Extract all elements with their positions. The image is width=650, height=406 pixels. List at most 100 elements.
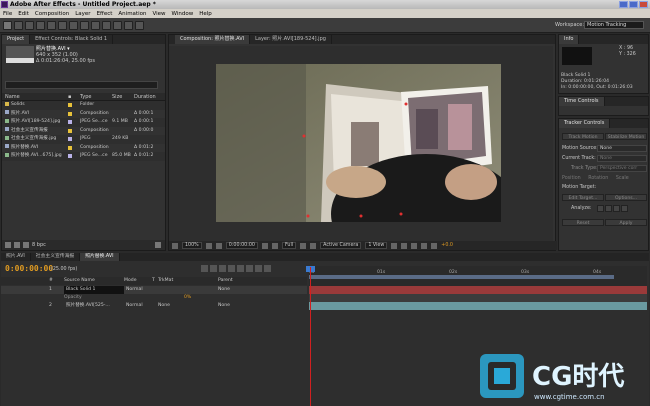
menu-edit[interactable]: Edit — [18, 11, 29, 17]
workspace-dropdown[interactable]: Motion Tracking — [584, 21, 644, 29]
analyze-forward-icon[interactable] — [613, 205, 620, 212]
label-color-swatch[interactable] — [68, 135, 80, 144]
project-item-row[interactable]: 社会主义宣传海报 Composition Δ 0:00:0 — [2, 127, 165, 136]
rotation-checkbox[interactable]: Rotation — [588, 176, 608, 181]
column-size[interactable]: Size — [112, 93, 134, 100]
new-composition-icon[interactable] — [23, 242, 29, 248]
motion-blur-icon[interactable] — [237, 265, 244, 272]
menu-help[interactable]: Help — [199, 11, 212, 17]
color-depth-label[interactable]: 8 bpc — [32, 242, 46, 248]
column-track-matte[interactable]: TrkMat — [158, 277, 218, 285]
timeline-property-row[interactable]: Opacity 0% — [1, 294, 307, 302]
timeline-layer-row[interactable]: 1 Black Solid 1 Normal None — [1, 286, 307, 294]
track-type-dropdown[interactable]: Perspective corr — [597, 165, 647, 172]
analyze-back-frame-icon[interactable] — [597, 205, 604, 212]
brainstorm-icon[interactable] — [246, 265, 253, 272]
menu-file[interactable]: File — [3, 11, 12, 17]
clone-stamp-tool-icon[interactable] — [113, 21, 122, 30]
text-tool-icon[interactable] — [91, 21, 100, 30]
current-time-field[interactable]: 0:00:00:00 — [225, 242, 258, 249]
minimize-button[interactable] — [619, 1, 628, 8]
label-color-swatch[interactable] — [68, 110, 80, 119]
column-duration[interactable]: Duration — [134, 93, 164, 100]
graph-editor-icon[interactable] — [264, 265, 271, 272]
zoom-tool-icon[interactable] — [25, 21, 34, 30]
layer-2-duration-bar[interactable] — [309, 302, 647, 310]
scale-checkbox[interactable]: Scale — [616, 176, 629, 181]
composition-frame-image[interactable] — [216, 64, 501, 222]
draft-3d-icon[interactable] — [210, 265, 217, 272]
puppet-pin-tool-icon[interactable] — [135, 21, 144, 30]
mask-visibility-icon[interactable] — [215, 242, 222, 249]
label-color-swatch[interactable] — [68, 118, 80, 127]
tab-timeline-comp-3[interactable]: 照片替换.AVI — [80, 253, 120, 261]
resolution-dropdown[interactable]: Full — [281, 242, 297, 249]
column-mode[interactable]: Mode — [124, 277, 152, 285]
analyze-backward-icon[interactable] — [605, 205, 612, 212]
analyze-forward-frame-icon[interactable] — [621, 205, 628, 212]
transparency-grid-icon[interactable] — [310, 242, 317, 249]
project-item-row[interactable]: 照片.AVI Composition Δ 0:00:1 — [2, 110, 165, 119]
hand-tool-icon[interactable] — [14, 21, 23, 30]
tab-layer[interactable]: Layer: 照片.AVI[189-524].jpg — [250, 35, 332, 44]
comp-mini-flowchart-icon[interactable] — [201, 265, 208, 272]
view-layout-dropdown[interactable]: 1 View — [365, 242, 388, 249]
channel-icon[interactable] — [271, 242, 278, 249]
tab-project[interactable]: Project — [2, 35, 31, 44]
new-folder-icon[interactable] — [14, 242, 20, 248]
column-source-name[interactable]: Source Name — [64, 277, 124, 285]
project-item-row[interactable]: 照片替换.AVI Composition Δ 0:01:2 — [2, 144, 165, 153]
auto-keyframe-icon[interactable] — [255, 265, 262, 272]
timeline-layer-row[interactable]: 2 照片替换.AVI[525-... Normal None None — [1, 302, 307, 310]
reset-exposure-icon[interactable] — [431, 242, 438, 249]
column-layer-number[interactable]: # — [49, 277, 64, 285]
menu-layer[interactable]: Layer — [75, 11, 90, 17]
project-item-row[interactable]: 照片.AVI[189-524].jpg JPEG Se...ce 9.1 MB Δ 0… — [2, 118, 165, 127]
tab-timeline-comp-2[interactable]: 社会主义宣传海报 — [31, 253, 81, 261]
trash-icon[interactable] — [155, 242, 161, 248]
layer-trkmat-dropdown[interactable]: None — [158, 302, 218, 310]
maximize-button[interactable] — [629, 1, 638, 8]
always-preview-icon[interactable] — [172, 242, 178, 249]
hide-shy-layers-icon[interactable] — [219, 265, 226, 272]
apply-button[interactable]: Apply — [605, 219, 647, 226]
interpret-footage-icon[interactable] — [5, 242, 11, 248]
toggle-pixel-aspect-icon[interactable] — [391, 242, 398, 249]
rectangle-mask-tool-icon[interactable] — [69, 21, 78, 30]
tab-tracker-controls[interactable]: Tracker Controls — [559, 119, 611, 128]
opacity-value[interactable]: 0% — [184, 294, 214, 302]
motion-source-dropdown[interactable]: None — [597, 145, 647, 152]
selection-tool-icon[interactable] — [3, 21, 12, 30]
safe-zones-icon[interactable] — [205, 242, 212, 249]
label-color-swatch[interactable] — [68, 144, 80, 153]
timeline-current-time[interactable]: 0:00:00:00 — [5, 264, 53, 273]
current-time-indicator[interactable] — [310, 267, 311, 406]
pan-behind-tool-icon[interactable] — [58, 21, 67, 30]
stabilize-motion-button[interactable]: Stabilize Motion — [605, 133, 647, 140]
layer-mode-dropdown[interactable]: Normal — [124, 302, 152, 310]
magnification-dropdown[interactable]: 100% — [182, 242, 202, 249]
layer-mode-dropdown[interactable]: Normal — [124, 286, 152, 294]
layer-name[interactable]: 照片替换.AVI[525-... — [64, 302, 124, 310]
fast-previews-icon[interactable] — [401, 242, 408, 249]
tab-effect-controls[interactable]: Effect Controls: Black Solid 1 — [30, 35, 114, 44]
label-color-swatch[interactable] — [68, 101, 80, 110]
eraser-tool-icon[interactable] — [124, 21, 133, 30]
position-checkbox[interactable]: Position — [562, 176, 581, 181]
tab-timeline-comp-1[interactable]: 照片.AVI — [1, 253, 31, 261]
flowchart-icon[interactable] — [421, 242, 428, 249]
menu-composition[interactable]: Composition — [35, 11, 69, 17]
layer-1-duration-bar[interactable] — [309, 286, 647, 294]
tab-composition[interactable]: Composition: 照片替换.AVI — [175, 35, 251, 44]
menu-window[interactable]: Window — [172, 11, 194, 17]
project-search-input[interactable] — [5, 81, 158, 89]
tab-info[interactable]: Info — [559, 35, 580, 44]
layer-name[interactable]: Black Solid 1 — [64, 286, 124, 294]
project-item-row[interactable]: Solids Folder — [2, 101, 165, 110]
project-item-row[interactable]: 社会主义宣传海报.jpg JPEG 249 KB — [2, 135, 165, 144]
pen-tool-icon[interactable] — [80, 21, 89, 30]
camera-orbit-tool-icon[interactable] — [47, 21, 56, 30]
work-area-bar[interactable] — [309, 275, 614, 279]
rotate-tool-icon[interactable] — [36, 21, 45, 30]
menu-effect[interactable]: Effect — [97, 11, 113, 17]
